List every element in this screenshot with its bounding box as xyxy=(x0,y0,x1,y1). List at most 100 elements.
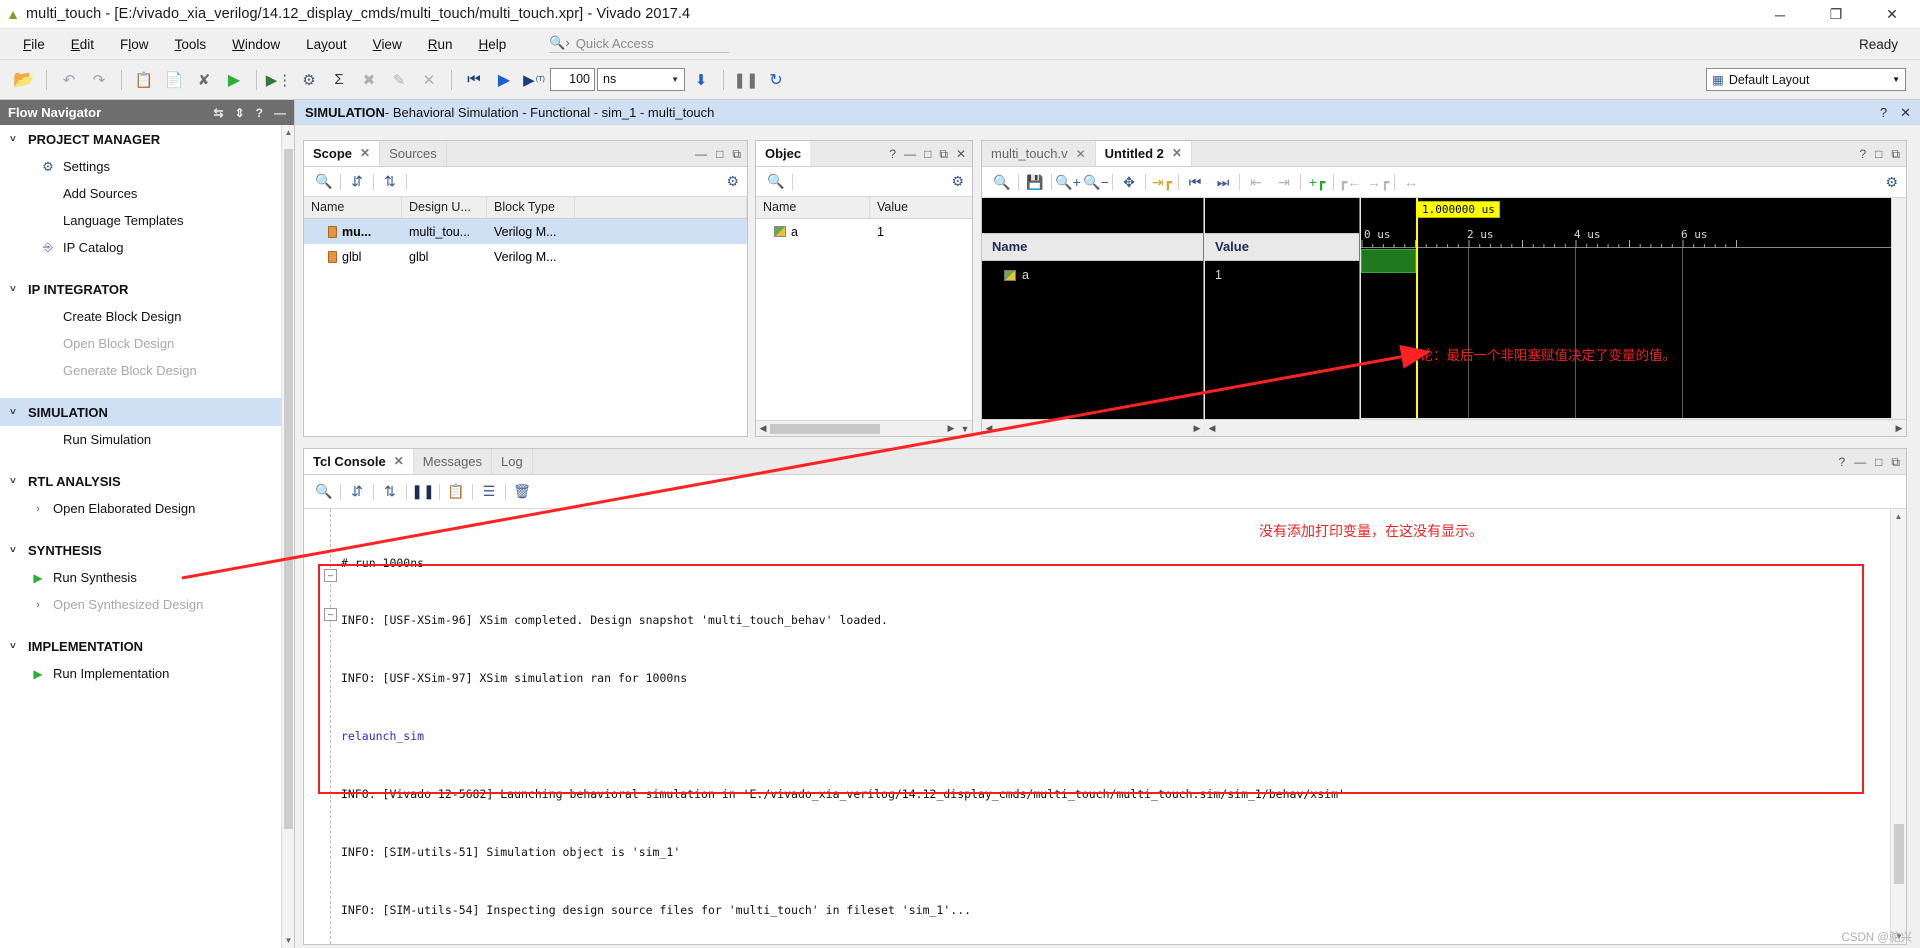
menu-file[interactable]: File xyxy=(10,33,58,56)
fn-item-run-implementation[interactable]: ▶ Run Implementation xyxy=(0,660,294,687)
help-icon[interactable]: ? xyxy=(1838,455,1845,469)
edit-icon[interactable]: ✎ xyxy=(385,66,413,94)
tab-untitled-2[interactable]: Untitled 2 ✕ xyxy=(1095,141,1192,166)
go-to-end-icon[interactable]: ⏭ xyxy=(1209,169,1237,195)
minimize-icon[interactable]: — xyxy=(1854,455,1866,469)
gear-icon[interactable]: ⚙ xyxy=(1885,174,1898,191)
copy-icon[interactable]: 📋 xyxy=(130,66,158,94)
paste-icon[interactable]: 📄 xyxy=(160,66,188,94)
maximize-icon[interactable]: □ xyxy=(1875,455,1882,469)
fn-item-open-elaborated-design[interactable]: › Open Elaborated Design xyxy=(0,495,294,522)
fn-item-run-synthesis[interactable]: ▶ Run Synthesis xyxy=(0,564,294,591)
no-edit-icon[interactable]: ✕ xyxy=(415,66,443,94)
float-icon[interactable]: ⧉ xyxy=(1891,455,1900,470)
fn-group-rtl-analysis[interactable]: ˅ RTL ANALYSIS xyxy=(0,467,294,495)
tab-objects[interactable]: Objec xyxy=(756,141,811,166)
help-icon[interactable]: ? xyxy=(1859,147,1866,161)
add-marker-icon[interactable]: +┏ xyxy=(1303,169,1331,195)
redo-icon[interactable]: ↷ xyxy=(85,66,113,94)
restart-sim-icon[interactable]: ⏮ xyxy=(460,66,488,94)
scrollbar-thumb[interactable] xyxy=(284,149,293,829)
settings-icon[interactable]: ⚙ xyxy=(295,66,323,94)
layout-selector[interactable]: ▦ Default Layout ▼ xyxy=(1706,68,1906,91)
menu-view[interactable]: View xyxy=(360,33,415,56)
tab-messages[interactable]: Messages xyxy=(414,449,493,474)
gear-icon[interactable]: ⚙ xyxy=(951,173,964,190)
waveform-hscrollbar[interactable]: ◀ ▶ xyxy=(1205,419,1906,436)
pause-sim-icon[interactable]: ❚❚ xyxy=(732,66,760,94)
restart-icon[interactable]: ↻ xyxy=(762,66,790,94)
tab-tcl-console[interactable]: Tcl Console ✕ xyxy=(304,449,414,474)
fn-group-synthesis[interactable]: ˅ SYNTHESIS xyxy=(0,536,294,564)
close-icon[interactable]: ✕ xyxy=(360,146,370,160)
maximize-button[interactable]: ❐ xyxy=(1808,0,1864,29)
fn-item-add-sources[interactable]: Add Sources xyxy=(0,180,294,207)
zoom-in-icon[interactable]: 🔍+ xyxy=(1054,169,1082,195)
tab-scope[interactable]: Scope ✕ xyxy=(304,141,381,166)
table-row[interactable]: a 1 xyxy=(756,219,972,244)
close-icon[interactable]: ✕ xyxy=(1076,147,1086,161)
minimize-icon[interactable]: — xyxy=(695,147,707,161)
open-project-icon[interactable]: 📂 xyxy=(10,66,38,94)
fn-item-generate-block-design[interactable]: Generate Block Design xyxy=(0,357,294,384)
next-marker-icon[interactable]: →┏ xyxy=(1364,169,1392,195)
prev-marker-icon[interactable]: ┏← xyxy=(1336,169,1364,195)
scrollbar-thumb[interactable] xyxy=(770,423,880,434)
fn-group-implementation[interactable]: ˅ IMPLEMENTATION xyxy=(0,632,294,660)
help-icon[interactable]: ? xyxy=(1880,105,1887,121)
snap-to-transition-icon[interactable]: ⇥┏ xyxy=(1148,169,1176,195)
fn-item-open-block-design[interactable]: Open Block Design xyxy=(0,330,294,357)
scroll-left-icon[interactable]: ◀ xyxy=(982,423,996,434)
menu-flow[interactable]: Flow xyxy=(107,33,162,56)
fold-toggle[interactable]: – xyxy=(324,608,337,621)
scroll-right-icon[interactable]: ▶ xyxy=(1190,423,1204,434)
prev-transition-icon[interactable]: ⇤ xyxy=(1242,169,1270,195)
scroll-icon[interactable]: ☰ xyxy=(475,479,503,505)
help-icon[interactable]: ? xyxy=(889,147,896,161)
search-icon[interactable]: 🔍 xyxy=(310,169,338,195)
go-to-start-icon[interactable]: ⏮ xyxy=(1181,169,1209,195)
run-duration-input[interactable]: 100 xyxy=(550,68,595,91)
scroll-left-icon[interactable]: ◀ xyxy=(1205,423,1219,434)
scroll-up-icon[interactable]: ▲ xyxy=(1891,509,1906,521)
wave-signal-row[interactable]: a xyxy=(982,261,1203,289)
minimize-icon[interactable]: — xyxy=(274,106,286,120)
run-sim-icon[interactable]: ▶⋮ xyxy=(265,66,293,94)
close-icon[interactable]: ✕ xyxy=(394,454,404,468)
run-icon[interactable]: ▶ xyxy=(220,66,248,94)
menu-window[interactable]: Window xyxy=(219,33,293,56)
scroll-down-icon[interactable]: ▼ xyxy=(958,424,972,434)
float-icon[interactable]: ⧉ xyxy=(1891,147,1900,162)
expand-all-icon[interactable]: ⇅ xyxy=(376,169,404,195)
run-for-icon[interactable]: ▶ (T) xyxy=(520,66,548,94)
fn-group-project-manager[interactable]: ˅ PROJECT MANAGER xyxy=(0,125,294,153)
search-icon[interactable]: 🔍 xyxy=(988,169,1016,195)
scrollbar-thumb[interactable] xyxy=(1894,824,1904,884)
scroll-up-icon[interactable]: ▲ xyxy=(282,128,294,137)
zoom-out-icon[interactable]: 🔍− xyxy=(1082,169,1110,195)
collapse-icon[interactable]: ⇵ xyxy=(343,479,371,505)
fn-group-ip-integrator[interactable]: ˅ IP INTEGRATOR xyxy=(0,275,294,303)
collapse-all-icon[interactable]: ⇵ xyxy=(343,169,371,195)
fn-item-create-block-design[interactable]: Create Block Design xyxy=(0,303,294,330)
tab-multi-touch-v[interactable]: multi_touch.v ✕ xyxy=(982,141,1096,166)
fn-item-ip-catalog[interactable]: ⎆ IP Catalog xyxy=(0,234,294,261)
fn-item-run-simulation[interactable]: Run Simulation xyxy=(0,426,294,453)
fn-item-open-synthesized-design[interactable]: › Open Synthesized Design xyxy=(0,591,294,618)
delete-icon[interactable]: ✘ xyxy=(190,66,218,94)
sum-icon[interactable]: Σ xyxy=(325,66,353,94)
collapse-all-icon[interactable]: ⇆ xyxy=(214,106,224,120)
maximize-icon[interactable]: □ xyxy=(716,147,723,161)
close-button[interactable]: ✕ xyxy=(1864,0,1920,29)
waveform-names-hscrollbar[interactable]: ◀ ▶ xyxy=(982,419,1204,436)
maximize-icon[interactable]: □ xyxy=(924,147,931,161)
undo-icon[interactable]: ↶ xyxy=(55,66,83,94)
waveform-canvas[interactable]: 1.000000 us 0 us 2 us 4 us 6 us 结论：最后一个非… xyxy=(1361,198,1891,418)
maximize-icon[interactable]: □ xyxy=(1875,147,1882,161)
scroll-down-icon[interactable]: ▼ xyxy=(282,936,294,945)
run-all-icon[interactable]: ▶ xyxy=(490,66,518,94)
waveform-vscrollbar[interactable] xyxy=(1891,198,1906,418)
expand-icon[interactable]: ⇅ xyxy=(376,479,404,505)
waveform-cursor[interactable] xyxy=(1416,198,1418,418)
tab-sources[interactable]: Sources xyxy=(380,141,447,166)
